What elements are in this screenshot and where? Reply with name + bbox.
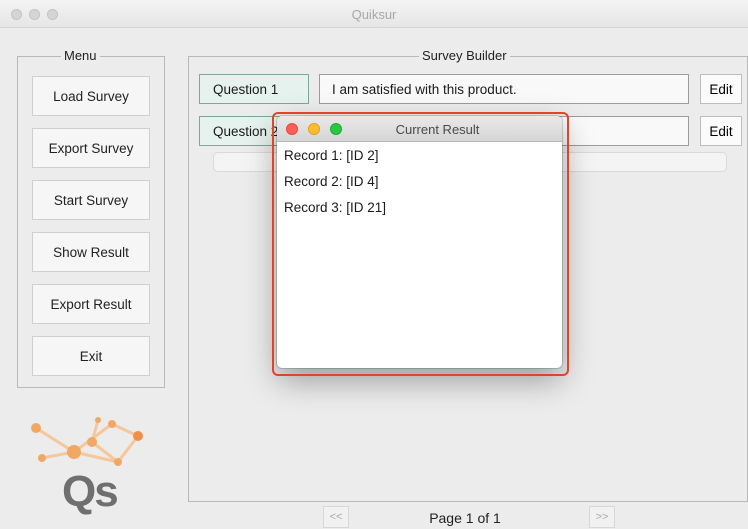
previous-page-button[interactable]: << [323,506,349,528]
survey-builder-title: Survey Builder [419,48,510,64]
highlight-box [272,112,569,376]
page-indicator: Page 1 of 1 [429,510,501,526]
question-2-edit-button[interactable]: Edit [700,116,742,146]
logo-text: Qs [62,467,119,516]
export-survey-button[interactable]: Export Survey [32,128,150,168]
exit-button[interactable]: Exit [32,336,150,376]
export-result-button[interactable]: Export Result [32,284,150,324]
show-result-button[interactable]: Show Result [32,232,150,272]
main-titlebar: Quiksur [0,0,748,28]
start-survey-button[interactable]: Start Survey [32,180,150,220]
question-1-text[interactable]: I am satisfied with this product. [319,74,689,104]
question-1-label: Question 1 [199,74,309,104]
window-title: Quiksur [351,7,397,22]
load-survey-button[interactable]: Load Survey [32,76,150,116]
question-1-edit-button[interactable]: Edit [700,74,742,104]
next-page-button[interactable]: >> [589,506,615,528]
menu-group-title: Menu [61,48,100,64]
